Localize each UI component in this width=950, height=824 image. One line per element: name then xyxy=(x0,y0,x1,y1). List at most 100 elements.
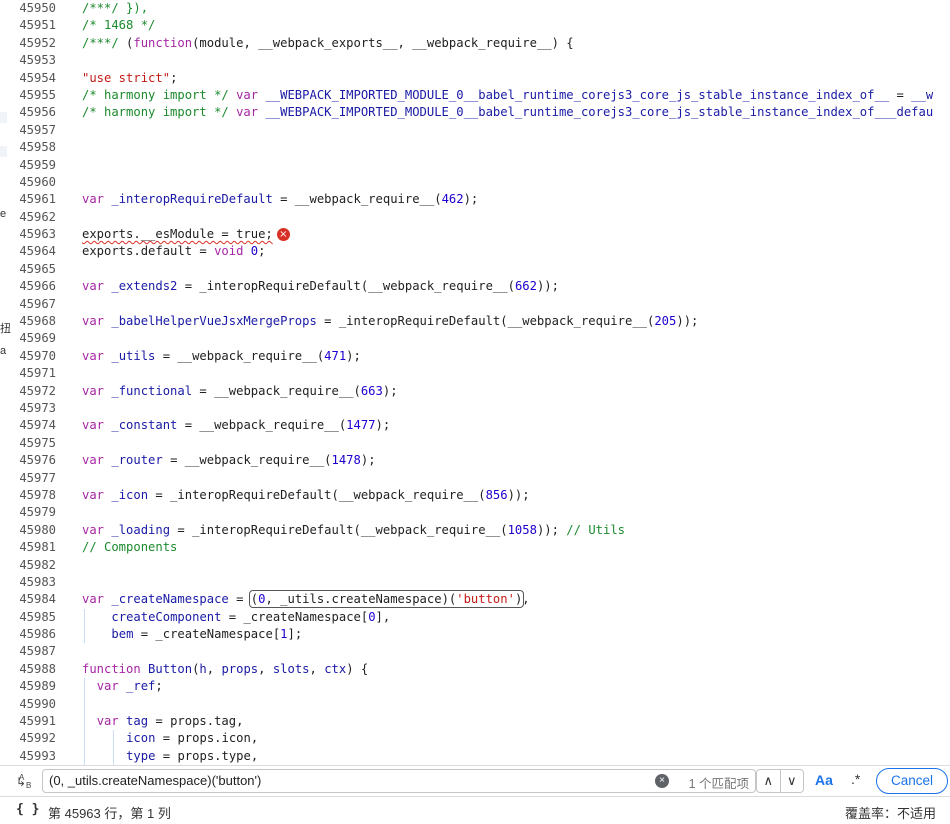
line-number[interactable]: 45987 xyxy=(10,643,56,660)
code-line[interactable]: 45965 xyxy=(10,261,950,278)
pretty-print-icon[interactable]: { } xyxy=(16,802,39,817)
line-number[interactable]: 45955 xyxy=(10,87,56,104)
line-number[interactable]: 45983 xyxy=(10,574,56,591)
code-line[interactable]: 45975 xyxy=(10,435,950,452)
code-line[interactable]: 45987 xyxy=(10,643,950,660)
cancel-button[interactable]: Cancel xyxy=(876,768,948,794)
line-number[interactable]: 45967 xyxy=(10,296,56,313)
code-line[interactable]: 45960 xyxy=(10,174,950,191)
code-line[interactable]: 45974 var _constant = __webpack_require__… xyxy=(10,417,950,434)
code-line[interactable]: 45953 xyxy=(10,52,950,69)
code-line[interactable]: 45958 xyxy=(10,139,950,156)
code-line[interactable]: 45951 /* 1468 */ xyxy=(10,17,950,34)
code-line[interactable]: 45972 var _functional = __webpack_require… xyxy=(10,383,950,400)
line-number[interactable]: 45985 xyxy=(10,609,56,626)
regex-button[interactable]: .* xyxy=(851,771,860,787)
code-line[interactable]: 45967 xyxy=(10,296,950,313)
line-number[interactable]: 45980 xyxy=(10,522,56,539)
code-line[interactable]: 45950 /***/ }), xyxy=(10,0,950,17)
code-line[interactable]: 45971 xyxy=(10,365,950,382)
code-line[interactable]: 45979 xyxy=(10,504,950,521)
line-number[interactable]: 45968 xyxy=(10,313,56,330)
line-number[interactable]: 45950 xyxy=(10,0,56,17)
error-icon[interactable]: × xyxy=(276,228,290,242)
line-number[interactable]: 45990 xyxy=(10,696,56,713)
line-number[interactable]: 45953 xyxy=(10,52,56,69)
code-token: , xyxy=(206,661,222,676)
match-case-icon[interactable]: A ↳ B xyxy=(16,772,38,792)
code-line[interactable]: 45955 /* harmony import */ var __WEBPACK_… xyxy=(10,87,950,104)
line-number[interactable]: 45964 xyxy=(10,243,56,260)
line-number[interactable]: 45975 xyxy=(10,435,56,452)
code-line[interactable]: 45992 icon = props.icon, xyxy=(10,730,950,748)
code-editor[interactable]: 45950 /***/ }), 45951 /* 1468 */ 45952 /***/ … xyxy=(10,0,950,765)
line-number[interactable]: 45993 xyxy=(10,748,56,765)
line-number[interactable]: 45984 xyxy=(10,591,56,608)
line-number[interactable]: 45981 xyxy=(10,539,56,556)
line-number[interactable]: 45965 xyxy=(10,261,56,278)
line-number[interactable]: 45982 xyxy=(10,557,56,574)
line-number[interactable]: 45970 xyxy=(10,348,56,365)
line-number[interactable]: 45988 xyxy=(10,661,56,678)
line-number[interactable]: 45992 xyxy=(10,730,56,747)
code-line[interactable]: 45990 xyxy=(10,695,950,714)
line-number[interactable]: 45978 xyxy=(10,487,56,504)
line-number[interactable]: 45952 xyxy=(10,35,56,52)
code-line[interactable]: 45982 xyxy=(10,557,950,574)
line-number[interactable]: 45989 xyxy=(10,678,56,695)
code-line[interactable]: 45952 /***/ (function(module, __webpack_e… xyxy=(10,35,950,52)
line-number[interactable]: 45957 xyxy=(10,122,56,139)
search-input[interactable]: (0, _utils.createNamespace)('button') × … xyxy=(42,769,756,793)
code-line[interactable]: 45978 var _icon = _interopRequireDefault(… xyxy=(10,487,950,504)
line-number[interactable]: 45958 xyxy=(10,139,56,156)
line-number[interactable]: 45969 xyxy=(10,330,56,347)
line-number[interactable]: 45979 xyxy=(10,504,56,521)
line-number[interactable]: 45976 xyxy=(10,452,56,469)
line-number[interactable]: 45986 xyxy=(10,626,56,643)
code-line[interactable]: 45957 xyxy=(10,122,950,139)
code-line[interactable]: 45963 exports.__esModule = true; × xyxy=(10,226,950,243)
line-number[interactable]: 45971 xyxy=(10,365,56,382)
code-line[interactable]: 45969 xyxy=(10,330,950,347)
line-number[interactable]: 45991 xyxy=(10,713,56,730)
code-line[interactable]: 45980 var _loading = _interopRequireDefau… xyxy=(10,522,950,539)
next-match-button[interactable]: ∨ xyxy=(779,770,804,792)
line-number[interactable]: 45963 xyxy=(10,226,56,243)
line-number[interactable]: 45962 xyxy=(10,209,56,226)
line-number[interactable]: 45973 xyxy=(10,400,56,417)
code-line[interactable]: 45962 xyxy=(10,209,950,226)
line-number[interactable]: 45951 xyxy=(10,17,56,34)
previous-match-button[interactable]: ∧ xyxy=(757,770,780,792)
code-line[interactable]: 45976 var _router = __webpack_require__(1… xyxy=(10,452,950,469)
line-number[interactable]: 45961 xyxy=(10,191,56,208)
line-number[interactable]: 45954 xyxy=(10,70,56,87)
code-line[interactable]: 45985 createComponent = _createNamespace[… xyxy=(10,608,950,627)
code-line[interactable]: 45973 xyxy=(10,400,950,417)
code-line[interactable]: 45981 // Components xyxy=(10,539,950,556)
code-line[interactable]: 45964 exports.default = void 0; xyxy=(10,243,950,260)
code-line[interactable]: 45977 xyxy=(10,470,950,487)
code-line[interactable]: 45986 bem = _createNamespace[1]; xyxy=(10,626,950,644)
match-case-button[interactable]: Aa xyxy=(815,772,833,788)
code-line[interactable]: 45954 "use strict"; xyxy=(10,70,950,87)
code-line[interactable]: 45956 /* harmony import */ var __WEBPACK_… xyxy=(10,104,950,121)
code-line[interactable]: 45966 var _extends2 = _interopRequireDefa… xyxy=(10,278,950,295)
code-line[interactable]: 45991 var tag = props.tag, xyxy=(10,713,950,731)
code-line[interactable]: 45959 xyxy=(10,157,950,174)
code-line[interactable]: 45983 xyxy=(10,574,950,591)
clear-icon[interactable]: × xyxy=(655,774,669,788)
code-line[interactable]: 45988 function Button(h, props, slots, ct… xyxy=(10,661,950,678)
code-line[interactable]: 45989 var _ref; xyxy=(10,678,950,696)
line-number[interactable]: 45977 xyxy=(10,470,56,487)
line-number[interactable]: 45972 xyxy=(10,383,56,400)
line-number[interactable]: 45956 xyxy=(10,104,56,121)
code-line[interactable]: 45968 var _babelHelperVueJsxMergeProps = … xyxy=(10,313,950,330)
code-line[interactable]: 45993 type = props.type, xyxy=(10,747,950,765)
code-line[interactable]: 45961 var _interopRequireDefault = __webp… xyxy=(10,191,950,208)
line-number[interactable]: 45960 xyxy=(10,174,56,191)
line-number[interactable]: 45974 xyxy=(10,417,56,434)
code-line[interactable]: 45984 var _createNamespace = (0, _utils.c… xyxy=(10,590,950,609)
line-number[interactable]: 45966 xyxy=(10,278,56,295)
line-number[interactable]: 45959 xyxy=(10,157,56,174)
code-line[interactable]: 45970 var _utils = __webpack_require__(47… xyxy=(10,348,950,365)
